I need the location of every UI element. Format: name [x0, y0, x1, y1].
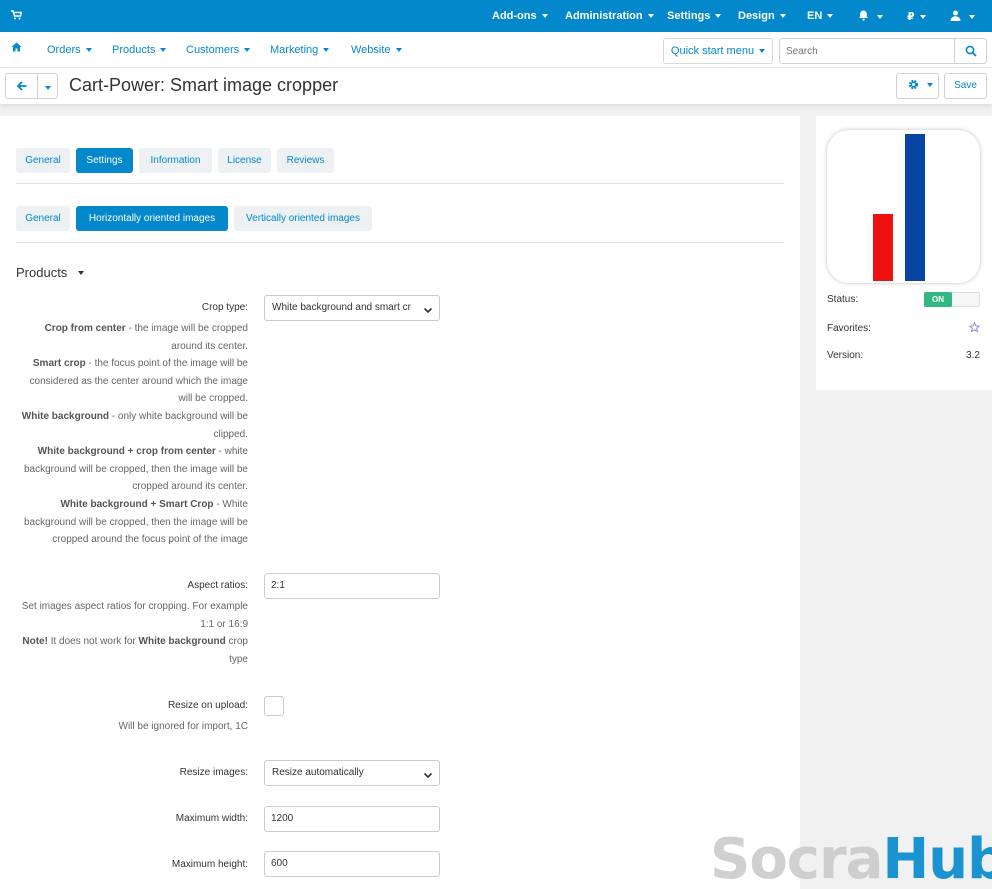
- chevron-down-icon: [40, 82, 51, 94]
- version-label: Version:: [827, 350, 864, 361]
- resize-on-upload-label: Resize on upload:: [167, 700, 248, 711]
- menu-design[interactable]: Design: [738, 10, 786, 22]
- cart-icon[interactable]: [11, 9, 23, 23]
- arrow-left-icon: [16, 81, 27, 94]
- addon-logo: [827, 130, 980, 283]
- settings-gear-button[interactable]: [896, 73, 939, 99]
- subtab-horizontal-images[interactable]: Horizontally oriented images: [76, 206, 228, 231]
- nav-website[interactable]: Website: [351, 44, 402, 56]
- status-toggle[interactable]: ON: [924, 292, 980, 307]
- nav-marketing[interactable]: Marketing: [270, 44, 329, 56]
- menu-language[interactable]: EN: [807, 10, 833, 22]
- main-nav: Orders Products Customers Marketing Webs…: [0, 32, 992, 68]
- crop-type-value: White background and smart cr: [272, 302, 411, 313]
- crop-help-item: Smart crop - the focus point of the imag…: [29, 358, 248, 405]
- watermark-logo: SocraHub: [710, 827, 992, 889]
- aspect-help-text: Set images aspect ratios for cropping. F…: [21, 601, 248, 630]
- crop-help-item: White background + crop from center - wh…: [23, 446, 248, 493]
- resize-images-select[interactable]: Resize automatically: [264, 760, 440, 786]
- status-on-label: ON: [924, 292, 952, 307]
- nav-customers[interactable]: Customers: [186, 44, 250, 56]
- aspect-note: Note! It does not work for White backgro…: [22, 636, 248, 665]
- menu-administration[interactable]: Administration: [565, 10, 654, 22]
- crop-help-item: White background - only white background…: [21, 410, 248, 440]
- nav-products[interactable]: Products: [112, 44, 166, 56]
- addon-info-card: Status: ON Favorites: Version: 3.2: [816, 116, 992, 390]
- max-height-label: Maximum height:: [171, 859, 248, 870]
- max-width-input[interactable]: 1200: [264, 806, 440, 832]
- resize-on-upload-checkbox[interactable]: [264, 696, 284, 716]
- title-bar: Cart-Power: Smart image cropper Save: [0, 68, 992, 104]
- back-dropdown-button[interactable]: [37, 73, 58, 99]
- aspect-ratios-label: Aspect ratios:: [187, 580, 248, 591]
- menu-currency[interactable]: ₽: [907, 10, 926, 23]
- menu-settings[interactable]: Settings: [667, 10, 721, 22]
- crop-help-item: White background + Smart Crop - White ba…: [23, 498, 248, 546]
- resize-images-label: Resize images:: [179, 767, 248, 778]
- save-button[interactable]: Save: [944, 73, 987, 99]
- search-icon: [965, 45, 977, 60]
- aspect-ratios-input[interactable]: 2:1: [264, 573, 440, 599]
- max-height-input[interactable]: 600: [264, 851, 440, 877]
- max-width-label: Maximum width:: [175, 813, 248, 824]
- aspect-ratios-help: Set images aspect ratios for cropping. F…: [18, 598, 248, 668]
- tab-information[interactable]: Information: [139, 148, 212, 173]
- tab-reviews[interactable]: Reviews: [277, 148, 334, 173]
- quick-start-label: Quick start menu: [671, 45, 765, 57]
- user-icon[interactable]: [950, 10, 975, 23]
- tab-license[interactable]: License: [218, 148, 271, 173]
- bar-chart-logo-icon: [873, 134, 925, 281]
- crop-help-item: Crop from center - the image will be cro…: [44, 323, 248, 352]
- search-input[interactable]: [779, 38, 955, 64]
- chevron-down-icon: [423, 766, 433, 785]
- home-icon[interactable]: [11, 42, 22, 55]
- main-panel: General Settings Information License Rev…: [0, 116, 800, 889]
- subtab-general[interactable]: General: [16, 206, 70, 231]
- crop-type-help: Crop from center - the image will be cro…: [18, 320, 248, 549]
- back-button[interactable]: [5, 73, 38, 99]
- gear-icon: [908, 79, 933, 91]
- crop-type-select[interactable]: White background and smart cr: [264, 295, 440, 321]
- menu-addons[interactable]: Add-ons: [492, 10, 548, 22]
- quick-start-menu-button[interactable]: Quick start menu: [663, 38, 773, 64]
- chevron-down-icon: [420, 301, 433, 320]
- resize-images-value: Resize automatically: [272, 767, 364, 778]
- tab-settings[interactable]: Settings: [76, 148, 133, 173]
- top-bar: Add-ons Administration Settings Design E…: [0, 0, 992, 32]
- tabs-divider: [16, 183, 784, 184]
- favorites-label: Favorites:: [827, 323, 871, 334]
- resize-on-upload-help: Will be ignored for import, 1C: [118, 721, 249, 732]
- page-title: Cart-Power: Smart image cropper: [69, 75, 339, 95]
- section-title: Products: [16, 265, 68, 280]
- status-label: Status:: [827, 294, 859, 305]
- subtabs-divider: [16, 242, 784, 243]
- version-value: 3.2: [966, 350, 980, 361]
- notifications-bell-icon[interactable]: [858, 10, 883, 23]
- star-icon[interactable]: [968, 321, 981, 336]
- nav-orders[interactable]: Orders: [47, 44, 92, 56]
- subtab-vertical-images[interactable]: Vertically oriented images: [234, 206, 372, 231]
- caret-down-icon: [77, 271, 84, 275]
- section-products-toggle[interactable]: Products: [16, 265, 84, 280]
- search-button[interactable]: [954, 38, 987, 64]
- crop-type-label: Crop type:: [201, 302, 248, 313]
- tab-general[interactable]: General: [16, 148, 70, 173]
